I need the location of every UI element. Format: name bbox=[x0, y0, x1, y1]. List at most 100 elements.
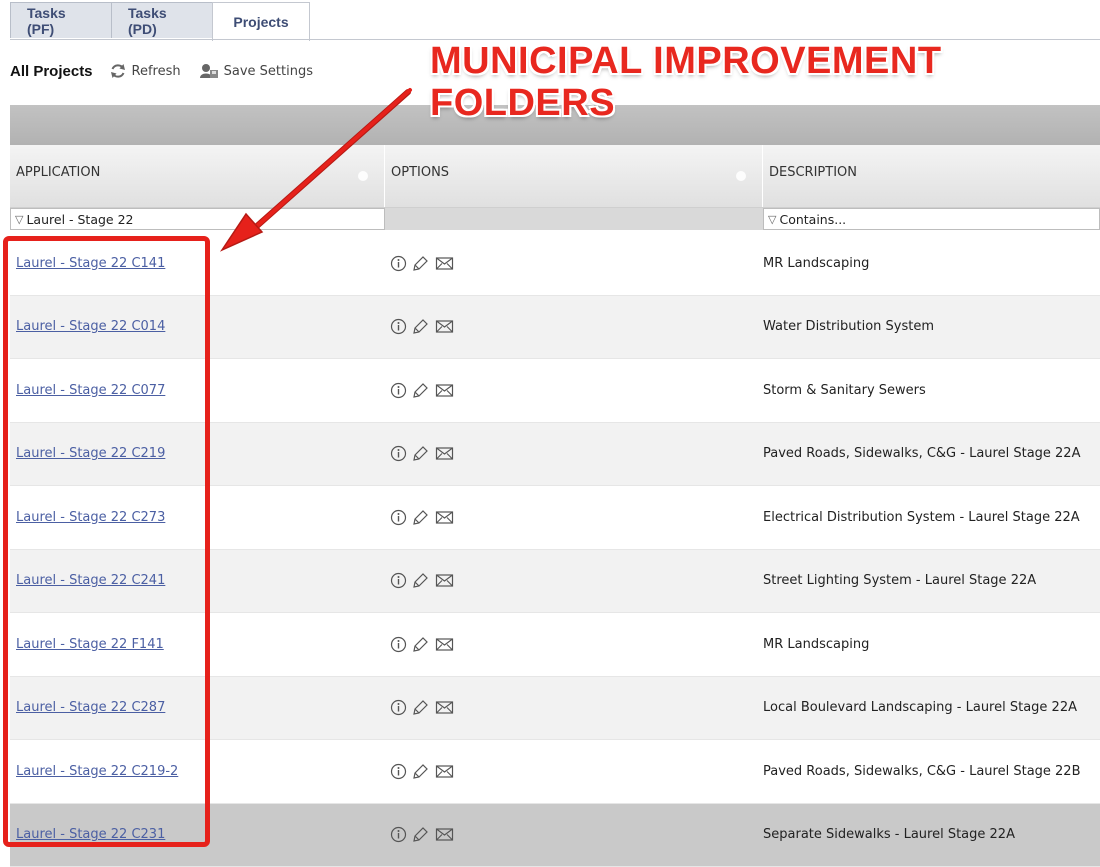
application-cell: Laurel - Stage 22 C219-2 bbox=[10, 764, 385, 779]
table-row[interactable]: Laurel - Stage 22 C219-2 Paved Roads, Sid… bbox=[10, 740, 1100, 804]
column-header-options[interactable]: OPTIONS bbox=[385, 145, 763, 207]
description-cell: Paved Roads, Sidewalks, C&G - Laurel Sta… bbox=[763, 764, 1100, 779]
tab-tasks-pd[interactable]: Tasks (PD) bbox=[111, 2, 213, 38]
application-cell: Laurel - Stage 22 C014 bbox=[10, 319, 385, 334]
application-link[interactable]: Laurel - Stage 22 C219-2 bbox=[16, 764, 178, 779]
info-icon[interactable] bbox=[390, 445, 407, 462]
application-link[interactable]: Laurel - Stage 22 C287 bbox=[16, 700, 165, 715]
mail-icon[interactable] bbox=[435, 255, 454, 272]
description-cell: Separate Sidewalks - Laurel Stage 22A bbox=[763, 827, 1100, 842]
options-cell bbox=[385, 445, 763, 462]
mail-icon[interactable] bbox=[435, 763, 454, 780]
options-cell bbox=[385, 699, 763, 716]
column-settings-icon[interactable] bbox=[358, 171, 368, 181]
description-cell: MR Landscaping bbox=[763, 256, 1100, 271]
edit-icon[interactable] bbox=[412, 382, 430, 399]
application-link[interactable]: Laurel - Stage 22 C219 bbox=[16, 446, 165, 461]
refresh-button[interactable]: Refresh bbox=[109, 63, 181, 79]
info-icon[interactable] bbox=[390, 763, 407, 780]
description-cell: Street Lighting System - Laurel Stage 22… bbox=[763, 573, 1100, 588]
column-header-label: APPLICATION bbox=[16, 165, 100, 180]
mail-icon[interactable] bbox=[435, 509, 454, 526]
options-cell bbox=[385, 572, 763, 589]
tab-tasks-pf[interactable]: Tasks (PF) bbox=[10, 2, 112, 38]
edit-icon[interactable] bbox=[412, 255, 430, 272]
info-icon[interactable] bbox=[390, 572, 407, 589]
edit-icon[interactable] bbox=[412, 509, 430, 526]
column-settings-icon[interactable] bbox=[736, 171, 746, 181]
table-row[interactable]: Laurel - Stage 22 C231 Separate Sidewalks… bbox=[10, 804, 1100, 867]
tab-projects[interactable]: Projects bbox=[212, 2, 310, 41]
info-icon[interactable] bbox=[390, 826, 407, 843]
application-filter-input[interactable]: ▽ Laurel - Stage 22 bbox=[10, 208, 385, 230]
description-cell: MR Landscaping bbox=[763, 637, 1100, 652]
application-cell: Laurel - Stage 22 C077 bbox=[10, 383, 385, 398]
filter-placeholder: Contains... bbox=[779, 212, 846, 227]
description-filter-input[interactable]: ▽ Contains... bbox=[763, 208, 1100, 230]
edit-icon[interactable] bbox=[412, 318, 430, 335]
mail-icon[interactable] bbox=[435, 699, 454, 716]
column-header-application[interactable]: APPLICATION bbox=[10, 145, 385, 207]
annotation-line-2: FOLDERS bbox=[430, 82, 990, 124]
edit-icon[interactable] bbox=[412, 572, 430, 589]
options-cell bbox=[385, 318, 763, 335]
application-link[interactable]: Laurel - Stage 22 C014 bbox=[16, 319, 165, 334]
info-icon[interactable] bbox=[390, 318, 407, 335]
options-cell bbox=[385, 255, 763, 272]
application-link[interactable]: Laurel - Stage 22 C141 bbox=[16, 256, 165, 271]
info-icon[interactable] bbox=[390, 636, 407, 653]
description-cell: Water Distribution System bbox=[763, 319, 1100, 334]
edit-icon[interactable] bbox=[412, 445, 430, 462]
info-icon[interactable] bbox=[390, 255, 407, 272]
column-header-description[interactable]: DESCRIPTION bbox=[763, 145, 1100, 207]
mail-icon[interactable] bbox=[435, 826, 454, 843]
mail-icon[interactable] bbox=[435, 572, 454, 589]
table-row[interactable]: Laurel - Stage 22 C141 MR Landscaping bbox=[10, 232, 1100, 296]
options-cell bbox=[385, 509, 763, 526]
save-settings-button[interactable]: Save Settings bbox=[199, 63, 313, 79]
application-cell: Laurel - Stage 22 C231 bbox=[10, 827, 385, 842]
save-settings-icon bbox=[199, 63, 219, 79]
filter-value: Laurel - Stage 22 bbox=[26, 212, 133, 227]
application-link[interactable]: Laurel - Stage 22 C273 bbox=[16, 510, 165, 525]
table-row[interactable]: Laurel - Stage 22 C287Local Boulevard La… bbox=[10, 677, 1100, 741]
table-row[interactable]: Laurel - Stage 22 F141 MR Landscaping bbox=[10, 613, 1100, 677]
application-link[interactable]: Laurel - Stage 22 C231 bbox=[16, 827, 165, 842]
table-row[interactable]: Laurel - Stage 22 C077Storm & Sanitary S… bbox=[10, 359, 1100, 423]
page-title: All Projects bbox=[10, 63, 93, 80]
application-link[interactable]: Laurel - Stage 22 F141 bbox=[16, 637, 164, 652]
mail-icon[interactable] bbox=[435, 382, 454, 399]
options-cell bbox=[385, 382, 763, 399]
description-cell: Paved Roads, Sidewalks, C&G - Laurel Sta… bbox=[763, 446, 1100, 461]
mail-icon[interactable] bbox=[435, 318, 454, 335]
table-row[interactable]: Laurel - Stage 22 C014 Water Distribution… bbox=[10, 296, 1100, 360]
info-icon[interactable] bbox=[390, 699, 407, 716]
annotation-label: MUNICIPAL IMPROVEMENT FOLDERS bbox=[430, 40, 990, 124]
filter-icon: ▽ bbox=[15, 213, 23, 226]
application-cell: Laurel - Stage 22 F141 bbox=[10, 637, 385, 652]
options-cell bbox=[385, 763, 763, 780]
edit-icon[interactable] bbox=[412, 636, 430, 653]
table-row[interactable]: Laurel - Stage 22 C219 Paved Roads, Sidew… bbox=[10, 423, 1100, 487]
filter-icon: ▽ bbox=[768, 213, 776, 226]
info-icon[interactable] bbox=[390, 382, 407, 399]
table-row[interactable]: Laurel - Stage 22 C241 Street Lighting Sy… bbox=[10, 550, 1100, 614]
edit-icon[interactable] bbox=[412, 699, 430, 716]
application-cell: Laurel - Stage 22 C241 bbox=[10, 573, 385, 588]
refresh-label: Refresh bbox=[132, 64, 181, 79]
mail-icon[interactable] bbox=[435, 445, 454, 462]
description-cell: Electrical Distribution System - Laurel … bbox=[763, 510, 1100, 525]
application-link[interactable]: Laurel - Stage 22 C241 bbox=[16, 573, 165, 588]
application-cell: Laurel - Stage 22 C219 bbox=[10, 446, 385, 461]
table-row[interactable]: Laurel - Stage 22 C273 Electrical Distrib… bbox=[10, 486, 1100, 550]
filter-row: ▽ Laurel - Stage 22 ▽ Contains... bbox=[10, 208, 1100, 230]
column-header-label: OPTIONS bbox=[391, 165, 449, 180]
mail-icon[interactable] bbox=[435, 636, 454, 653]
save-settings-label: Save Settings bbox=[224, 64, 313, 79]
edit-icon[interactable] bbox=[412, 826, 430, 843]
info-icon[interactable] bbox=[390, 509, 407, 526]
annotation-line-1: MUNICIPAL IMPROVEMENT bbox=[430, 40, 990, 82]
edit-icon[interactable] bbox=[412, 763, 430, 780]
toolbar: All Projects Refresh Save Settings bbox=[10, 60, 331, 82]
application-link[interactable]: Laurel - Stage 22 C077 bbox=[16, 383, 165, 398]
